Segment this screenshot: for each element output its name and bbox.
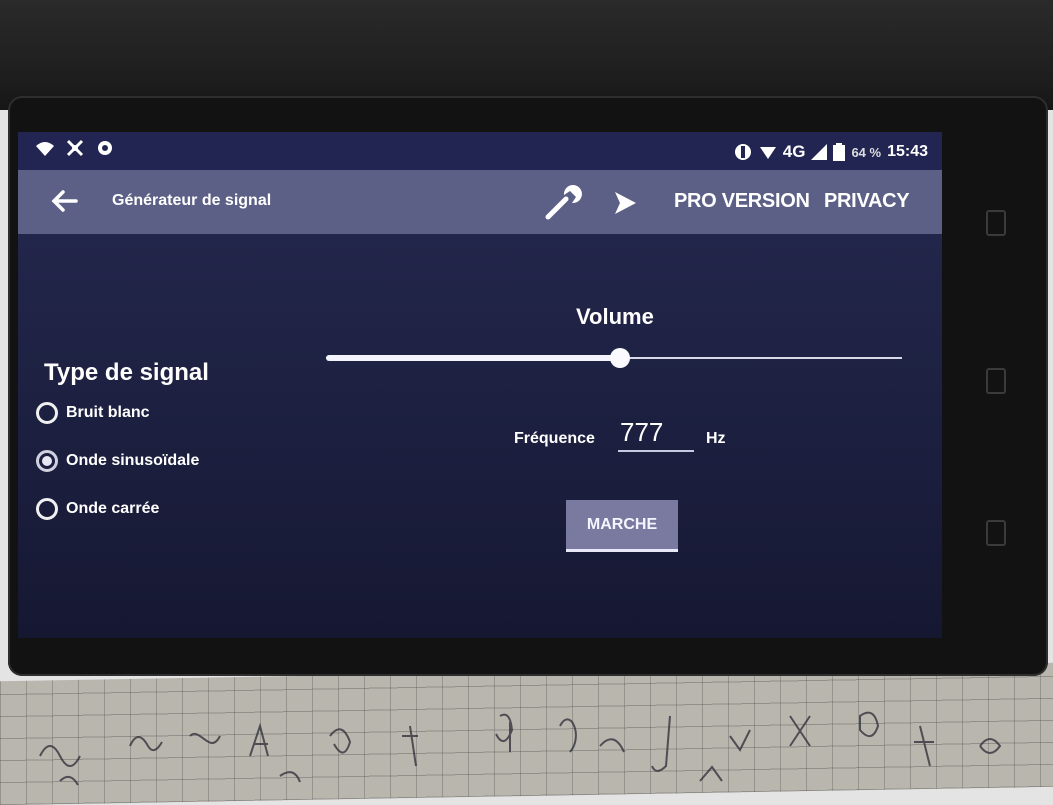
privacy-button[interactable]: PRIVACY (824, 190, 910, 213)
cell-signal-icon (811, 144, 828, 160)
network-type: 4G (782, 142, 806, 161)
pro-version-button[interactable]: PRO VERSION (674, 190, 810, 213)
battery-percent: 64 % (851, 144, 882, 160)
toolbar-title: Générateur de signal (112, 192, 272, 209)
volume-slider[interactable] (326, 344, 902, 372)
usb-debug-icon (66, 139, 84, 157)
status-left-icons (34, 137, 116, 159)
play-icon[interactable] (612, 190, 638, 216)
frequency-label: Fréquence (514, 430, 595, 447)
radio-button[interactable] (36, 498, 58, 520)
radio-square-wave[interactable]: Onde carrée (36, 498, 159, 520)
settings-notification-icon (98, 141, 112, 155)
radio-label: Onde sinusoïdale (66, 452, 200, 469)
radio-label: Bruit blanc (66, 404, 150, 421)
volume-label: Volume (576, 304, 654, 329)
back-key-icon (986, 210, 1006, 236)
start-button[interactable]: MARCHE (566, 500, 678, 552)
photo-background-top (0, 0, 1053, 110)
volume-slider-thumb[interactable] (609, 348, 630, 368)
handwriting-decoration (39, 711, 1002, 786)
status-right: 4G 64 % 15:43 (733, 142, 928, 162)
clock: 15:43 (887, 143, 928, 160)
app-toolbar: Générateur de signal PRO VERSION PRIVACY (18, 170, 942, 234)
hardware-nav-keys (960, 190, 1030, 590)
battery-icon (833, 143, 846, 161)
radio-button[interactable] (36, 450, 58, 472)
wrench-icon[interactable] (544, 185, 582, 221)
volume-slider-fill (326, 355, 620, 361)
radio-label: Onde carrée (66, 500, 160, 517)
main-content: Volume Type de signal Bruit blanc Onde s… (18, 234, 942, 638)
home-key-icon (986, 368, 1006, 394)
app-screen: 4G 64 % 15:43 Générateur de signal PRO V… (18, 132, 942, 638)
radio-button[interactable] (36, 402, 58, 424)
data-saver-icon (734, 144, 751, 160)
frequency-input[interactable] (618, 414, 694, 452)
wifi-icon (36, 142, 54, 156)
frequency-unit: Hz (706, 430, 726, 447)
wifi-signal-icon (759, 147, 776, 159)
radio-sine-wave[interactable]: Onde sinusoïdale (36, 450, 199, 472)
radio-white-noise[interactable]: Bruit blanc (36, 402, 150, 424)
back-arrow-icon[interactable] (48, 184, 82, 218)
status-bar: 4G 64 % 15:43 (18, 132, 942, 170)
signal-type-title: Type de signal (44, 359, 209, 386)
menu-key-icon (986, 520, 1006, 546)
